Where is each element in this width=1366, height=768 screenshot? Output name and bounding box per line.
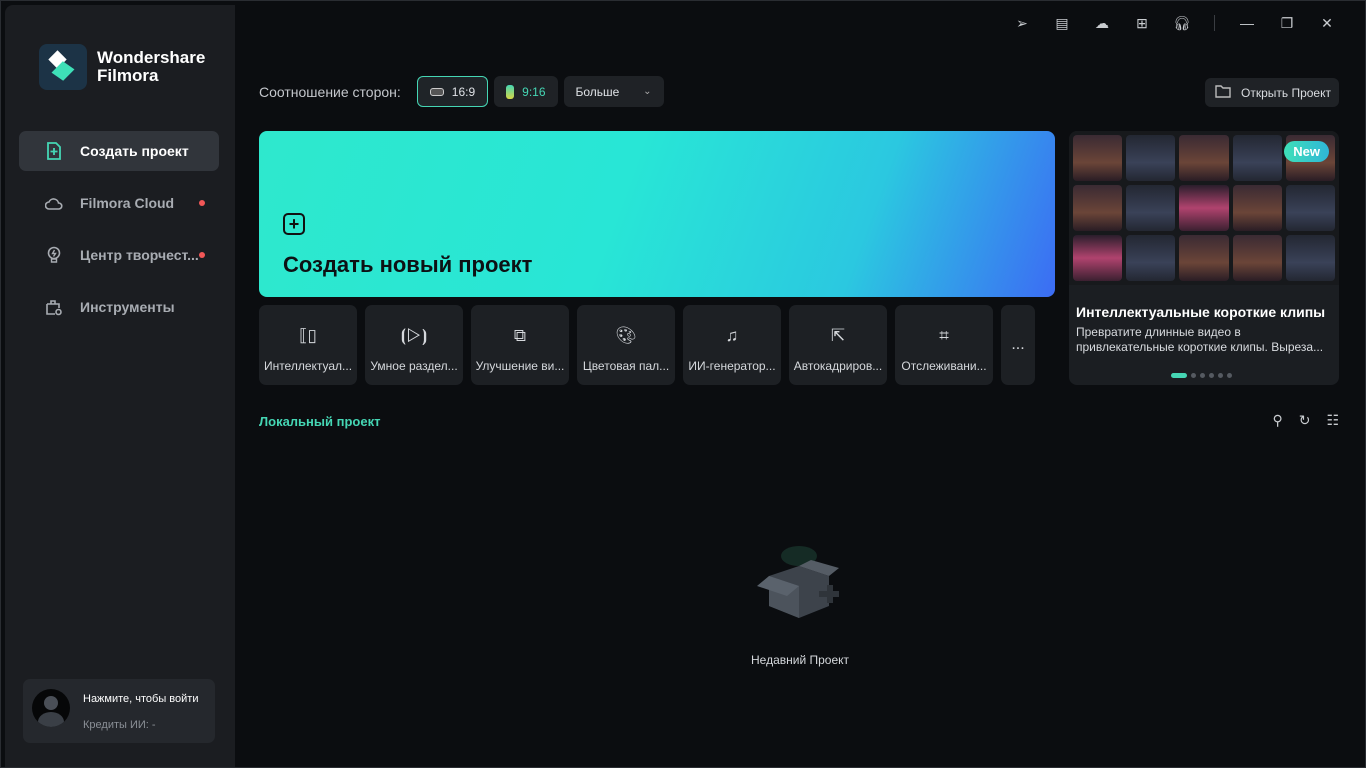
- aspect-ratio-selector: Соотношение сторон: 16:9 9:16 Больше ⌄: [259, 76, 664, 107]
- tool-video-enhance[interactable]: ⧉ Улучшение ви...: [471, 305, 569, 385]
- app-logo: Wondershare Filmora: [39, 44, 205, 90]
- landscape-icon: [429, 87, 444, 96]
- tool-smart-split[interactable]: ⦗▷⦘ Умное раздел...: [365, 305, 463, 385]
- create-new-project-title: Создать новый проект: [283, 252, 533, 277]
- tool-auto-reframe[interactable]: ⇱ Автокадриров...: [789, 305, 887, 385]
- local-project-heading: Локальный проект: [259, 414, 381, 429]
- ai-music-icon: ♫: [725, 326, 739, 345]
- lightbulb-icon: [45, 246, 63, 264]
- chevron-down-icon: ⌄: [643, 86, 652, 97]
- portrait-icon: [506, 84, 515, 99]
- sidebar-item-creative-center[interactable]: Центр творчест...: [19, 235, 219, 275]
- dropdown-label: Больше: [575, 84, 620, 99]
- sidebar-item-tools[interactable]: Инструменты: [19, 287, 219, 327]
- headset-icon[interactable]: 🎧︎: [1162, 13, 1202, 33]
- minimize-button[interactable]: —: [1227, 13, 1267, 33]
- new-badge: New: [1284, 141, 1329, 162]
- tool-label: ИИ-генератор...: [688, 359, 776, 373]
- promo-card[interactable]: New Интеллектуальные короткие клипы Прев…: [1069, 131, 1339, 385]
- new-project-icon: [45, 142, 63, 160]
- promo-description: Превратите длинные видео в привлекательн…: [1076, 325, 1324, 354]
- smart-split-icon: ⦗▷⦘: [400, 326, 428, 345]
- plus-icon: +: [283, 213, 305, 235]
- more-aspect-dropdown[interactable]: Больше ⌄: [563, 76, 664, 107]
- video-enhance-icon: ⧉: [513, 326, 527, 345]
- notification-dot: [199, 200, 205, 206]
- more-tools-button[interactable]: ...: [1001, 305, 1035, 385]
- tool-ai-generator[interactable]: ♫ ИИ-генератор...: [683, 305, 781, 385]
- tools-row: ⟦▯ Интеллектуал... ⦗▷⦘ Умное раздел... ⧉ Ул…: [259, 305, 1035, 385]
- send-icon[interactable]: ➢: [1002, 13, 1042, 33]
- open-project-label: Открыть Проект: [1241, 85, 1331, 100]
- cloud-sync-icon[interactable]: ☁: [1082, 13, 1122, 33]
- ai-credits: Кредиты ИИ: -: [83, 719, 156, 731]
- tool-color-palette[interactable]: 🎨︎ Цветовая пал...: [577, 305, 675, 385]
- empty-box-icon: [749, 536, 849, 621]
- create-new-project-banner[interactable]: + Создать новый проект: [259, 131, 1055, 297]
- promo-title: Интеллектуальные короткие клипы: [1076, 304, 1326, 320]
- carousel-dot[interactable]: [1227, 373, 1232, 378]
- close-button[interactable]: ✕: [1307, 13, 1347, 33]
- aspect-label: 16:9: [451, 84, 476, 99]
- motion-tracking-icon: ⌗: [939, 326, 949, 345]
- divider: [1214, 15, 1215, 31]
- carousel-dot[interactable]: [1191, 373, 1196, 378]
- toolbox-icon: [45, 298, 63, 316]
- carousel-dot[interactable]: [1171, 373, 1187, 378]
- smart-short-icon: ⟦▯: [299, 326, 317, 345]
- sidebar-item-label: Инструменты: [80, 299, 175, 315]
- sidebar-item-label: Центр творчест...: [80, 247, 199, 263]
- aspect-ratio-label: Соотношение сторон:: [259, 83, 401, 100]
- sidebar: Wondershare Filmora Создать проект Filmor…: [5, 5, 235, 767]
- titlebar-controls: ➢ ▤ ☁ ⊞ 🎧︎ — ❐ ✕: [1002, 13, 1347, 33]
- aspect-16-9-button[interactable]: 16:9: [416, 76, 489, 107]
- refresh-icon[interactable]: ↻: [1299, 412, 1311, 429]
- auto-reframe-icon: ⇱: [830, 326, 846, 345]
- aspect-label: 9:16: [522, 84, 546, 99]
- folder-icon: [1215, 84, 1231, 101]
- search-icon[interactable]: ⚲: [1272, 412, 1282, 429]
- carousel-dot[interactable]: [1218, 373, 1223, 378]
- carousel-dot[interactable]: [1200, 373, 1205, 378]
- local-project-actions: ⚲ ↻ ☷: [1272, 412, 1339, 429]
- aspect-9-16-button[interactable]: 9:16: [494, 76, 558, 107]
- tool-label: Интеллектуал...: [263, 359, 353, 373]
- tool-label: Цветовая пал...: [582, 359, 670, 373]
- carousel-dot[interactable]: [1209, 373, 1214, 378]
- tool-label: Автокадриров...: [793, 359, 883, 373]
- apps-icon[interactable]: ⊞: [1122, 13, 1162, 33]
- task-list-icon[interactable]: ▤: [1042, 13, 1082, 33]
- tool-motion-tracking[interactable]: ⌗ Отслеживани...: [895, 305, 993, 385]
- carousel-dots: [1171, 373, 1232, 378]
- empty-state-text: Недавний Проект: [751, 653, 850, 667]
- tool-smart-cutout[interactable]: ⟦▯ Интеллектуал...: [259, 305, 357, 385]
- more-icon: ...: [1011, 336, 1025, 353]
- filmora-logo-icon: [39, 44, 87, 90]
- sidebar-item-create-project[interactable]: Создать проект: [19, 131, 219, 171]
- sidebar-item-label: Создать проект: [80, 143, 189, 159]
- ai-palette-icon: 🎨︎: [615, 326, 637, 345]
- notification-dot: [199, 252, 205, 258]
- sidebar-item-label: Filmora Cloud: [80, 195, 175, 211]
- avatar: [32, 689, 70, 727]
- login-card[interactable]: Нажмите, чтобы войти Кредиты ИИ: -: [23, 679, 215, 743]
- tool-label: Улучшение ви...: [475, 359, 565, 373]
- list-view-icon[interactable]: ☷: [1326, 412, 1339, 429]
- restore-button[interactable]: ❐: [1267, 13, 1307, 33]
- open-project-button[interactable]: Открыть Проект: [1205, 78, 1339, 107]
- tool-label: Отслеживани...: [901, 359, 987, 373]
- cloud-icon: [45, 194, 63, 212]
- logo-text-line2: Filmora: [97, 66, 159, 85]
- tool-label: Умное раздел...: [370, 359, 458, 373]
- login-prompt[interactable]: Нажмите, чтобы войти: [83, 693, 198, 705]
- sidebar-item-filmora-cloud[interactable]: Filmora Cloud: [19, 183, 219, 223]
- logo-text-line1: Wondershare: [97, 48, 206, 67]
